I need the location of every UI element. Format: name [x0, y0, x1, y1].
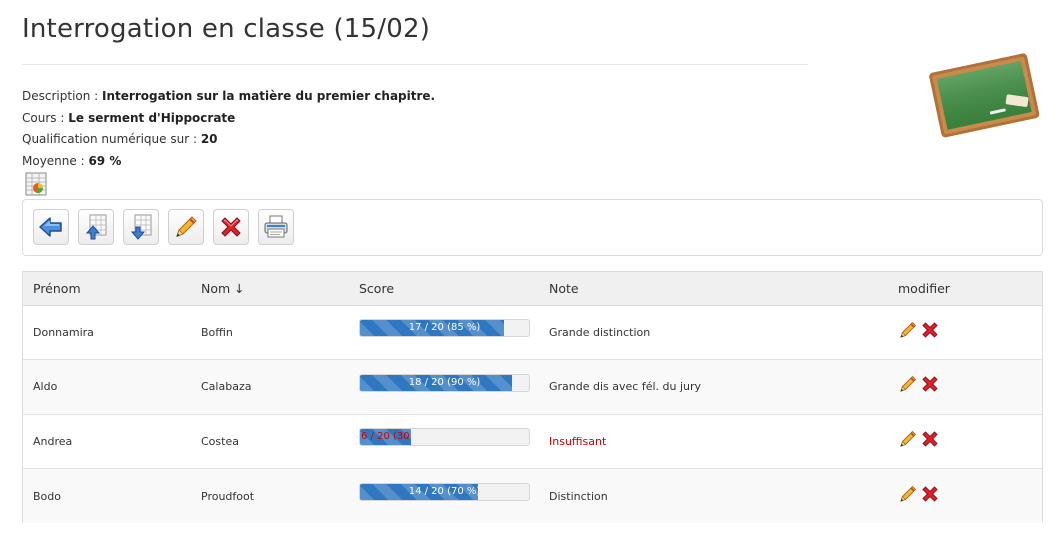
firstname-cell: Bodo — [23, 468, 191, 523]
firstname-cell: Andrea — [23, 414, 191, 469]
score-bar-label: 14 / 20 (70 %) — [408, 486, 481, 497]
table-row: Bodo Proudfoot 14 / 20 (70 %) Distinctio… — [23, 468, 1042, 523]
printer-icon — [264, 215, 288, 238]
column-firstname[interactable]: Prénom — [23, 272, 191, 306]
note-cell: Grande distinction — [539, 305, 888, 360]
column-score[interactable]: Score — [349, 272, 539, 306]
back-button[interactable] — [33, 209, 69, 245]
lastname-cell: Costea — [191, 414, 349, 469]
pencil-icon — [176, 216, 197, 237]
spreadsheet-export-icon[interactable] — [25, 172, 47, 196]
qualification-line: Qualification numérique sur : 20 — [22, 129, 435, 151]
blackboard-icon — [926, 44, 1046, 144]
score-cell: 17 / 20 (85 %) — [349, 305, 539, 360]
score-bar: 18 / 20 (90 %) — [359, 373, 530, 392]
delete-row-icon[interactable] — [920, 374, 940, 394]
actions-cell — [888, 305, 1042, 360]
table-row: Donnamira Boffin 17 / 20 (85 %) Grande d… — [23, 305, 1042, 360]
actions-cell — [888, 359, 1042, 415]
note-cell: Grande dis avec fél. du jury — [539, 359, 888, 415]
edit-row-icon[interactable] — [898, 374, 918, 394]
delete-icon — [221, 217, 241, 237]
qualification-label: Qualification numérique sur : — [22, 132, 201, 146]
download-icon — [130, 214, 152, 240]
firstname-cell: Aldo — [23, 359, 191, 415]
evaluation-info: Description : Interrogation sur la matiè… — [22, 86, 435, 172]
score-cell: 6 / 20 (30 — [349, 414, 539, 469]
edit-row-icon[interactable] — [898, 484, 918, 504]
actions-cell — [888, 414, 1042, 469]
export-button[interactable] — [123, 209, 159, 245]
column-note[interactable]: Note — [539, 272, 888, 306]
score-cell: 18 / 20 (90 %) — [349, 359, 539, 415]
description-label: Description : — [22, 89, 103, 103]
page-title: Interrogation en classe (15/02) — [22, 14, 431, 44]
results-table-container: Prénom Nom ↓ Score Note modifier Donnami… — [22, 271, 1043, 523]
score-cell: 14 / 20 (70 %) — [349, 468, 539, 523]
description-value: Interrogation sur la matière du premier … — [102, 89, 436, 103]
note-cell: Insuffisant — [539, 414, 888, 469]
delete-row-icon[interactable] — [920, 320, 940, 340]
score-bar-label: 6 / 20 (30 — [361, 431, 410, 443]
back-icon — [39, 217, 62, 237]
lastname-cell: Boffin — [191, 305, 349, 360]
results-table: Prénom Nom ↓ Score Note modifier Donnami… — [23, 272, 1042, 523]
table-header-row: Prénom Nom ↓ Score Note modifier — [23, 272, 1042, 306]
note-cell: Distinction — [539, 468, 888, 523]
edit-row-icon[interactable] — [898, 429, 918, 449]
course-value: Le serment d'Hippocrate — [68, 110, 236, 125]
course-line: Cours : Le serment d'Hippocrate — [22, 108, 435, 130]
score-bar-label: 17 / 20 (85 %) — [408, 322, 481, 334]
edit-button[interactable] — [168, 209, 204, 245]
delete-row-icon[interactable] — [920, 484, 940, 504]
course-label: Cours : — [22, 110, 69, 125]
print-button[interactable] — [258, 209, 294, 245]
description-line: Description : Interrogation sur la matiè… — [22, 86, 435, 108]
action-toolbar — [22, 199, 1043, 256]
edit-row-icon[interactable] — [898, 320, 918, 340]
table-row: Aldo Calabaza 18 / 20 (90 %) Grande dis … — [23, 359, 1042, 415]
qualification-value: 20 — [200, 132, 218, 146]
import-icon — [85, 214, 107, 240]
score-bar: 6 / 20 (30 — [359, 428, 530, 447]
score-bar-label: 18 / 20 (90 %) — [408, 376, 481, 388]
column-edit: modifier — [888, 272, 1042, 306]
delete-row-icon[interactable] — [920, 429, 940, 449]
score-bar: 17 / 20 (85 %) — [359, 319, 530, 338]
lastname-cell: Calabaza — [191, 359, 349, 415]
lastname-cell: Proudfoot — [191, 468, 349, 523]
score-bar: 14 / 20 (70 %) — [359, 483, 530, 501]
average-line: Moyenne : 69 % — [22, 151, 435, 173]
average-label: Moyenne : — [22, 153, 89, 168]
delete-button[interactable] — [213, 209, 249, 245]
import-button[interactable] — [78, 209, 114, 245]
column-lastname[interactable]: Nom ↓ — [191, 272, 349, 306]
title-divider — [22, 64, 808, 65]
table-row: Andrea Costea 6 / 20 (30 Insuffisant — [23, 414, 1042, 469]
actions-cell — [888, 468, 1042, 523]
firstname-cell: Donnamira — [23, 305, 191, 360]
average-value: 69 % — [88, 153, 122, 168]
